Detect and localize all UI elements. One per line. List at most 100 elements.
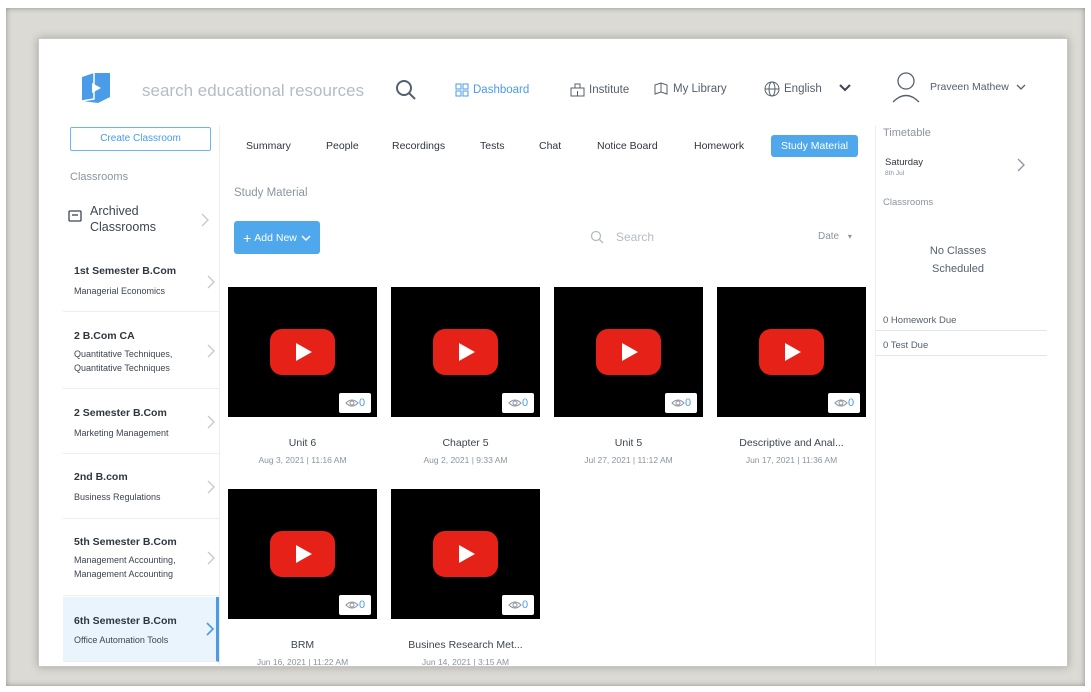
create-classroom-button[interactable]: Create Classroom bbox=[70, 127, 211, 151]
eye-icon bbox=[671, 399, 685, 407]
timetable-heading: Timetable bbox=[883, 127, 931, 139]
video-thumbnail[interactable]: 0 bbox=[391, 489, 540, 619]
material-search-input[interactable]: Search bbox=[590, 230, 654, 244]
homework-due-count[interactable]: 0 Homework Due bbox=[876, 315, 1047, 331]
youtube-play-icon bbox=[270, 531, 335, 577]
app-window: search educational resources Dashboard I… bbox=[38, 38, 1068, 667]
eye-icon bbox=[834, 399, 848, 407]
material-date: Jun 17, 2021 | 11:36 AM bbox=[745, 455, 838, 465]
chevron-right-icon bbox=[207, 415, 215, 429]
sort-dropdown[interactable]: Date ▾ bbox=[818, 231, 852, 242]
global-search-input[interactable]: search educational resources bbox=[142, 81, 364, 101]
nav-dashboard[interactable]: Dashboard bbox=[455, 83, 529, 97]
user-name: Praveen Mathew bbox=[930, 81, 1009, 93]
no-classes-line-2: Scheduled bbox=[932, 263, 984, 275]
timetable-date: 8th Jul bbox=[885, 170, 905, 177]
chevron-down-icon bbox=[301, 234, 311, 241]
youtube-play-icon bbox=[433, 329, 498, 375]
classroom-item-active[interactable]: 6th Semester B.Com Office Automation Too… bbox=[63, 597, 219, 662]
tab-study-material[interactable]: Study Material bbox=[771, 135, 859, 157]
chevron-right-icon bbox=[207, 551, 215, 565]
material-title: Busines Research Met... bbox=[408, 639, 523, 651]
view-count: 0 bbox=[521, 397, 529, 409]
tab-chat[interactable]: Chat bbox=[539, 135, 561, 157]
search-icon bbox=[590, 230, 604, 244]
archived-label-line-2: Classrooms bbox=[90, 220, 156, 234]
language-label: English bbox=[784, 83, 822, 95]
view-count-badge: 0 bbox=[665, 393, 697, 413]
nav-institute[interactable]: Institute bbox=[570, 83, 629, 97]
video-thumbnail[interactable]: 0 bbox=[228, 489, 377, 619]
classrooms-heading: Classrooms bbox=[70, 171, 129, 183]
view-count-badge: 0 bbox=[339, 393, 371, 413]
material-search-placeholder: Search bbox=[616, 230, 655, 244]
test-due-count[interactable]: 0 Test Due bbox=[876, 340, 1047, 356]
eye-icon bbox=[345, 399, 359, 407]
user-menu[interactable]: Praveen Mathew bbox=[892, 71, 1027, 103]
nav-my-library-label: My Library bbox=[673, 82, 727, 95]
classroom-item[interactable]: 2nd B.com Business Regulations bbox=[63, 454, 219, 519]
view-count-badge: 0 bbox=[339, 595, 371, 615]
add-new-button[interactable]: + Add New bbox=[234, 221, 320, 254]
youtube-play-icon bbox=[596, 329, 661, 375]
video-thumbnail[interactable]: 0 bbox=[228, 287, 377, 417]
tab-people[interactable]: People bbox=[326, 135, 359, 157]
video-thumbnail[interactable]: 0 bbox=[391, 287, 540, 417]
classroom-subject: Managerial Economics bbox=[74, 286, 166, 296]
page-title: Study Material bbox=[234, 187, 308, 199]
classroom-subject: Marketing Management bbox=[74, 428, 169, 438]
nav-my-library[interactable]: My Library bbox=[653, 81, 727, 96]
classroom-item[interactable]: 1st Semester B.Com Managerial Economics bbox=[63, 251, 219, 312]
youtube-play-icon bbox=[433, 531, 498, 577]
material-date: Aug 3, 2021 | 11:16 AM bbox=[258, 455, 347, 465]
material-date: Jun 14, 2021 | 3:15 AM bbox=[421, 657, 510, 667]
chevron-right-icon[interactable] bbox=[1017, 158, 1025, 172]
archived-classrooms-link[interactable]: Archived Classrooms bbox=[68, 203, 213, 239]
search-icon[interactable] bbox=[395, 79, 417, 101]
avatar bbox=[892, 72, 920, 103]
chevron-down-icon: ▾ bbox=[847, 232, 852, 241]
classroom-item[interactable]: 5th Semester B.Com Management Accounting… bbox=[63, 519, 219, 596]
chevron-right-icon bbox=[206, 622, 214, 636]
globe-icon bbox=[764, 81, 780, 97]
youtube-play-icon bbox=[270, 329, 335, 375]
no-classes-message: No Classes Scheduled bbox=[906, 242, 1010, 278]
material-title: Chapter 5 bbox=[442, 437, 489, 449]
dashboard-icon bbox=[455, 83, 469, 97]
tab-summary[interactable]: Summary bbox=[246, 135, 291, 157]
video-thumbnail[interactable]: 0 bbox=[554, 287, 703, 417]
timetable-classrooms-heading: Classrooms bbox=[883, 197, 934, 208]
archive-icon bbox=[68, 210, 82, 222]
library-icon bbox=[654, 82, 668, 95]
chevron-down-icon[interactable] bbox=[838, 81, 852, 95]
material-title: BRM bbox=[290, 639, 315, 651]
eye-icon bbox=[508, 601, 522, 609]
material-date: Jul 27, 2021 | 11:12 AM bbox=[584, 455, 673, 465]
language-selector[interactable]: English bbox=[764, 81, 822, 97]
classroom-subject: Management Accounting, bbox=[74, 555, 176, 565]
classroom-sidebar: Create Classroom Classrooms Archived Cla… bbox=[63, 125, 220, 666]
classroom-name: 2nd B.com bbox=[74, 471, 128, 483]
timetable-panel: Timetable Saturday 8th Jul Classrooms No… bbox=[875, 125, 1067, 666]
chevron-right-icon bbox=[201, 213, 209, 227]
chevron-right-icon bbox=[207, 344, 215, 358]
tab-homework[interactable]: Homework bbox=[694, 135, 744, 157]
nav-dashboard-label: Dashboard bbox=[473, 84, 530, 96]
app-logo-icon[interactable] bbox=[79, 71, 113, 105]
tab-notice-board[interactable]: Notice Board bbox=[597, 135, 658, 157]
no-classes-line-1: No Classes bbox=[929, 245, 987, 257]
tab-tests[interactable]: Tests bbox=[480, 135, 505, 157]
timetable-day: Saturday bbox=[885, 157, 924, 168]
video-thumbnail[interactable]: 0 bbox=[717, 287, 866, 417]
eye-icon bbox=[508, 399, 522, 407]
classroom-name: 6th Semester B.Com bbox=[74, 615, 177, 627]
plus-icon: + bbox=[243, 229, 252, 246]
classroom-item[interactable]: 2 Semester B.Com Marketing Management bbox=[63, 389, 219, 454]
view-count: 0 bbox=[358, 599, 366, 611]
classroom-name: 2 B.Com CA bbox=[74, 330, 135, 342]
material-title: Unit 5 bbox=[614, 437, 643, 449]
tab-recordings[interactable]: Recordings bbox=[392, 135, 445, 157]
classroom-name: 5th Semester B.Com bbox=[74, 536, 177, 548]
classroom-item[interactable]: 2 B.Com CA Quantitative Techniques, Quan… bbox=[63, 312, 219, 389]
chevron-right-icon bbox=[207, 480, 215, 494]
